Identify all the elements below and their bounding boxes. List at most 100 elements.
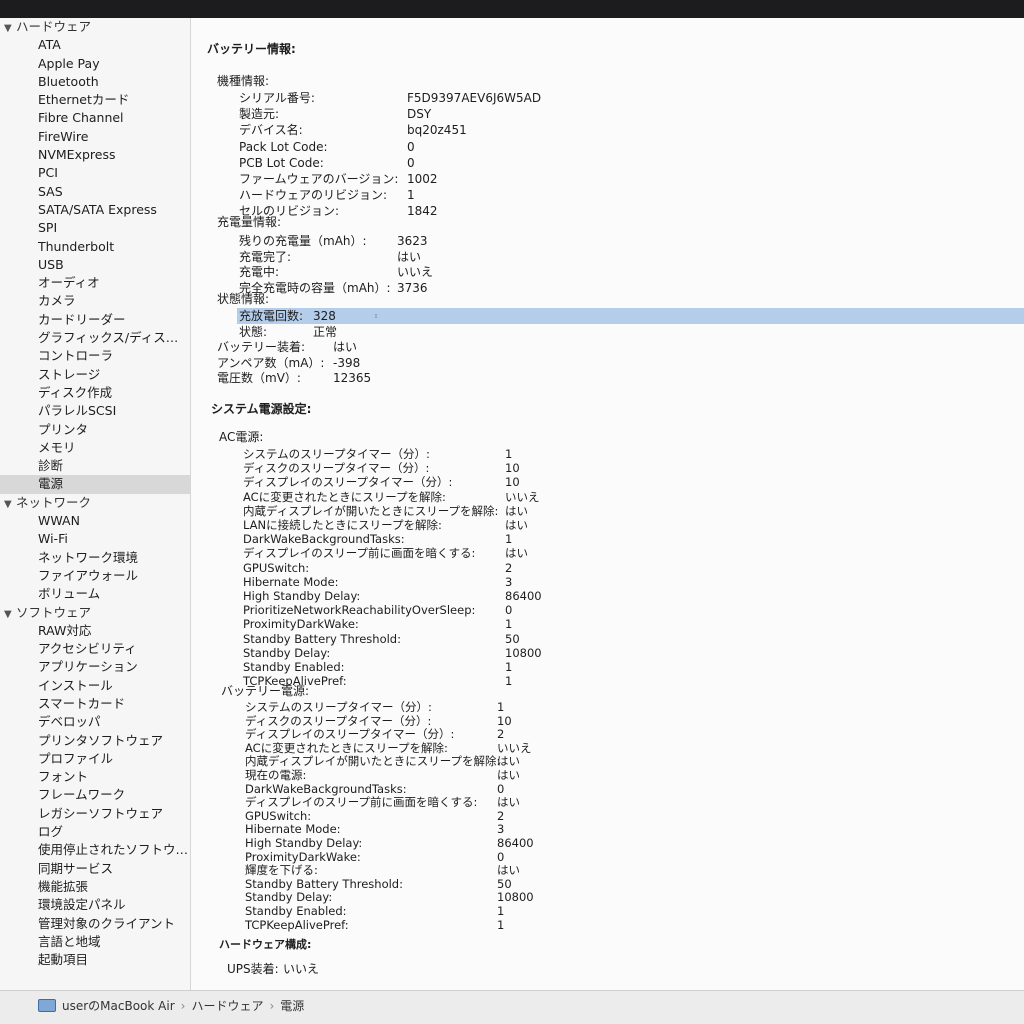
sidebar-item[interactable]: SATA/SATA Express [0, 201, 190, 219]
sidebar-item[interactable]: Bluetooth [0, 73, 190, 91]
info-key: 残りの充電量（mAh）: [239, 234, 367, 248]
info-key: 充電中: [239, 265, 280, 279]
info-value: 86400 [505, 589, 542, 603]
info-key: DarkWakeBackgroundTasks: [243, 532, 405, 547]
info-key: PCB Lot Code: [239, 155, 324, 170]
sidebar-item[interactable]: プリンタ [0, 421, 190, 439]
info-row: 内蔵ディスプレイが開いたときにスリープを解除: はい [243, 504, 595, 519]
sidebar-item[interactable]: アクセシビリティ [0, 640, 190, 658]
sidebar-item[interactable]: 診断 [0, 457, 190, 475]
info-key: Hibernate Mode: [243, 574, 339, 589]
info-row: PCB Lot Code: 0 [239, 156, 497, 171]
sidebar-item[interactable]: SPI [0, 219, 190, 237]
sidebar-item[interactable]: 使用停止されたソフトウ… [0, 841, 190, 859]
group-software[interactable]: ▼ ソフトウェア [0, 604, 190, 622]
info-row: デバイス名: bq20z451 [239, 123, 497, 138]
sidebar-item[interactable]: USB [0, 256, 190, 274]
crumb-power[interactable]: 電源 [280, 997, 304, 1014]
sidebar-item[interactable]: プリンタソフトウェア [0, 732, 190, 750]
sidebar-item[interactable]: ログ [0, 823, 190, 841]
sidebar-item[interactable]: パラレルSCSI [0, 402, 190, 420]
sidebar[interactable]: ▼ ハードウェア ATA Apple Pay Bluetooth Ethernetカード F… [0, 18, 191, 990]
info-key: シリアル番号: [239, 91, 315, 105]
sidebar-item[interactable]: レガシーソフトウェア [0, 805, 190, 823]
crumb-computer[interactable]: userのMacBook Air [62, 997, 175, 1014]
sidebar-item[interactable]: 環境設定パネル [0, 896, 190, 914]
sidebar-item[interactable]: ストレージ [0, 366, 190, 384]
info-value: 1 [505, 617, 513, 632]
info-key: 製造元: [239, 107, 280, 122]
sidebar-item[interactable]: オーディオ [0, 274, 190, 292]
group-network[interactable]: ▼ ネットワーク [0, 494, 190, 512]
sidebar-item[interactable]: スマートカード [0, 695, 190, 713]
sidebar-item[interactable]: ATA [0, 36, 190, 54]
sidebar-item[interactable]: ネットワーク環境 [0, 549, 190, 567]
sidebar-item[interactable]: カメラ [0, 292, 190, 310]
sidebar-item[interactable]: Apple Pay [0, 55, 190, 73]
sidebar-item[interactable]: フレームワーク [0, 786, 190, 804]
info-value: 10 [505, 461, 520, 476]
info-value: 1842 [407, 204, 438, 219]
ac-power-title: AC電源: [219, 430, 264, 444]
detail-pane[interactable]: バッテリー情報: 機種情報: シリアル番号: F5D9397AEV6J6W5AD 製造元… [191, 18, 1024, 990]
sidebar-item[interactable]: SAS [0, 183, 190, 201]
info-value: 1 [505, 447, 513, 461]
info-value: 50 [505, 631, 520, 646]
sidebar-item[interactable]: ボリューム [0, 585, 190, 603]
info-key: High Standby Delay: [243, 589, 361, 603]
info-row: ディスクのスリープタイマー（分）: 10 [243, 461, 595, 476]
info-value: 1 [505, 660, 513, 674]
sidebar-item[interactable]: アプリケーション [0, 658, 190, 676]
sidebar-item[interactable]: 電源 [0, 475, 190, 494]
sidebar-item[interactable]: ディスク作成 [0, 384, 190, 402]
crumb-hardware[interactable]: ハードウェア [191, 997, 263, 1014]
info-value: 2 [505, 560, 513, 575]
sidebar-item[interactable]: NVMExpress [0, 146, 190, 164]
info-value: いいえ [283, 962, 320, 976]
info-key: 電圧数（mV）: [217, 371, 301, 385]
sidebar-item[interactable]: WWAN [0, 512, 190, 530]
sidebar-item[interactable]: 言語と地域 [0, 933, 190, 951]
info-value: F5D9397AEV6J6W5AD [407, 91, 542, 105]
info-value: はい [397, 249, 422, 264]
group-hardware[interactable]: ▼ ハードウェア [0, 18, 190, 36]
info-key: Pack Lot Code: [239, 139, 328, 154]
sidebar-item[interactable]: メモリ [0, 439, 190, 457]
sidebar-item[interactable]: 機能拡張 [0, 878, 190, 896]
info-value: はい [505, 546, 528, 561]
sidebar-item[interactable]: フォント [0, 768, 190, 786]
disclosure-triangle-icon[interactable]: ▼ [4, 496, 16, 512]
sidebar-item[interactable]: グラフィックス/ディス… [0, 329, 190, 347]
sidebar-item[interactable]: コントローラ [0, 347, 190, 365]
info-value: はい [333, 340, 358, 354]
sidebar-item[interactable]: FireWire [0, 128, 190, 146]
disclosure-triangle-icon[interactable]: ▼ [4, 20, 16, 36]
sidebar-item[interactable]: Fibre Channel [0, 109, 190, 127]
ups-row: UPS装着: いいえ [227, 962, 347, 977]
sidebar-item[interactable]: デベロッパ [0, 713, 190, 731]
info-row: Standby Delay: 10800 [243, 646, 595, 661]
info-value: 1 [407, 188, 415, 203]
sidebar-item[interactable]: 起動項目 [0, 951, 190, 969]
sidebar-item[interactable]: 同期サービス [0, 860, 190, 878]
sidebar-item[interactable]: ファイアウォール [0, 567, 190, 585]
sidebar-item[interactable]: PCI [0, 164, 190, 182]
info-key: ハードウェアのリビジョン: [239, 188, 388, 203]
info-key: 内蔵ディスプレイが開いたときにスリープを解除: [243, 503, 499, 518]
disclosure-triangle-icon[interactable]: ▼ [4, 606, 16, 622]
sidebar-item[interactable]: 管理対象のクライアント [0, 915, 190, 933]
info-value: 正常 [313, 324, 338, 339]
sidebar-item[interactable]: カードリーダー [0, 311, 190, 329]
sidebar-item[interactable]: Ethernetカード [0, 91, 190, 109]
info-key: 充電完了: [239, 249, 292, 264]
laptop-icon [38, 999, 56, 1012]
sidebar-item[interactable]: Wi-Fi [0, 530, 190, 548]
sidebar-item[interactable]: RAW対応 [0, 622, 190, 640]
info-value: DSY [407, 107, 432, 122]
info-row: シリアル番号: F5D9397AEV6J6W5AD [239, 91, 541, 106]
sidebar-item[interactable]: インストール [0, 677, 190, 695]
sidebar-item[interactable]: プロファイル [0, 750, 190, 768]
info-key: ProximityDarkWake: [243, 617, 359, 632]
info-row: バッテリー装着: はい [217, 340, 423, 355]
sidebar-item[interactable]: Thunderbolt [0, 238, 190, 256]
